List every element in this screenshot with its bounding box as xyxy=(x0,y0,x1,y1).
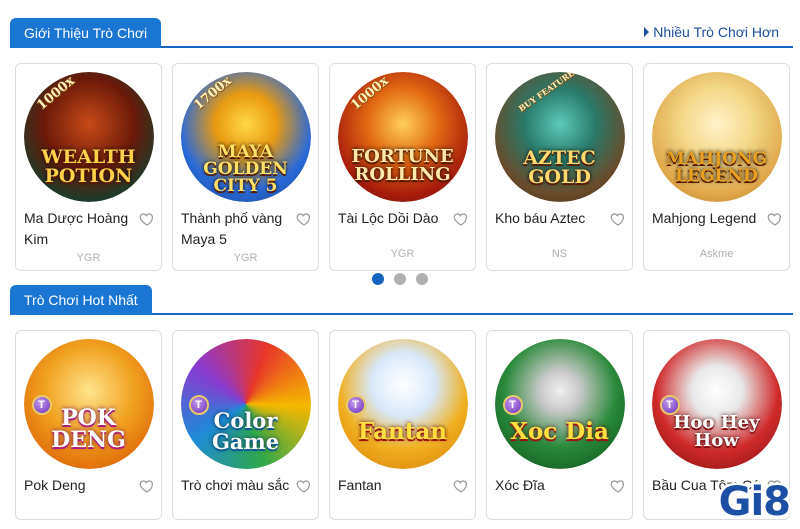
game-thumbnail: T POK DENG xyxy=(23,339,154,469)
game-title: Pok Deng xyxy=(24,477,86,493)
game-card[interactable]: 1700x MAYA GOLDEN CITY 5 Thành phố vàng … xyxy=(172,63,319,271)
favorite-heart-icon[interactable] xyxy=(453,211,469,227)
game-thumbnail: 1000x WEALTH POTION xyxy=(23,72,154,202)
favorite-heart-icon[interactable] xyxy=(139,211,155,227)
favorite-heart-icon[interactable] xyxy=(610,211,626,227)
hot-section-tab[interactable]: Trò Chơi Hot Nhất xyxy=(10,285,152,315)
game-provider: YGR xyxy=(233,252,258,264)
favorite-heart-icon[interactable] xyxy=(610,478,626,494)
hot-section-header: Trò Chơi Hot Nhất xyxy=(10,285,793,315)
caret-right-icon xyxy=(644,27,650,37)
t-badge-icon: T xyxy=(188,395,209,415)
game-thumbnail: T Hoo Hey How xyxy=(651,339,782,469)
game-thumbnail: T Xoc Dia xyxy=(494,339,625,469)
carousel-dot-2[interactable] xyxy=(394,273,406,285)
featured-games-row: 1000x WEALTH POTION Ma Dược Hoàng Kim YG… xyxy=(15,63,790,271)
game-thumbnail: T Color Game xyxy=(180,339,311,469)
game-logo-text: Hoo Hey How xyxy=(673,412,760,451)
game-card[interactable]: 1000x FORTUNE ROLLING Tài Lộc Dồi Dào YG… xyxy=(329,63,476,271)
favorite-heart-icon[interactable] xyxy=(139,478,155,494)
favorite-heart-icon[interactable] xyxy=(296,211,312,227)
game-card[interactable]: MAHJONG LEGEND Mahjong Legend Askme xyxy=(643,63,790,271)
game-thumbnail: MAHJONG LEGEND xyxy=(651,72,782,202)
favorite-heart-icon[interactable] xyxy=(296,478,312,494)
t-badge-icon: T xyxy=(659,395,680,415)
game-title: Thành phố vàng Maya 5 xyxy=(181,210,283,247)
game-title: Trò chơi màu sắc xyxy=(181,477,290,493)
game-logo-text: WEALTH POTION xyxy=(41,146,136,187)
game-logo-text: MAYA GOLDEN CITY 5 xyxy=(203,141,288,196)
game-card[interactable]: 1000x WEALTH POTION Ma Dược Hoàng Kim YG… xyxy=(15,63,162,271)
game-title: Mahjong Legend xyxy=(652,210,757,226)
game-provider: YGR xyxy=(390,248,415,260)
game-card[interactable]: T Fantan Fantan xyxy=(329,330,476,520)
featured-section-header: Giới Thiệu Trò Chơi Nhiều Trò Chơi Hơn xyxy=(10,18,793,48)
game-title: Xóc Đĩa xyxy=(495,477,545,493)
game-card[interactable]: BUY FEATURES AZTEC GOLD Kho báu Aztec NS xyxy=(486,63,633,271)
game-logo-text: Xoc Dia xyxy=(510,417,609,445)
favorite-heart-icon[interactable] xyxy=(453,478,469,494)
game-thumbnail: 1000x FORTUNE ROLLING xyxy=(337,72,468,202)
game-logo-text: Fantan xyxy=(358,417,447,445)
favorite-heart-icon[interactable] xyxy=(767,211,783,227)
game-card[interactable]: T Xoc Dia Xóc Đĩa xyxy=(486,330,633,520)
hot-games-row: T POK DENG Pok Deng T Color Game Trò chơ… xyxy=(15,330,790,520)
game-logo-text: MAHJONG LEGEND xyxy=(666,149,767,186)
t-badge-icon: T xyxy=(31,395,52,415)
game-logo-text: Color Game xyxy=(211,408,280,454)
game-logo-text: AZTEC GOLD xyxy=(523,147,596,188)
game-thumbnail: BUY FEATURES AZTEC GOLD xyxy=(494,72,625,202)
t-badge-icon: T xyxy=(502,395,523,415)
game-provider: YGR xyxy=(76,252,101,264)
game-card[interactable]: T Color Game Trò chơi màu sắc xyxy=(172,330,319,520)
t-badge-icon: T xyxy=(345,395,366,415)
game-thumbnail: T Fantan xyxy=(337,339,468,469)
game-provider: Askme xyxy=(699,248,734,260)
game-logo-text: FORTUNE ROLLING xyxy=(351,146,454,185)
more-games-link-label: Nhiều Trò Chơi Hơn xyxy=(653,24,779,40)
game-title: Ma Dược Hoàng Kim xyxy=(24,210,129,247)
featured-section-tab[interactable]: Giới Thiệu Trò Chơi xyxy=(10,18,162,48)
game-title: Fantan xyxy=(338,477,382,493)
carousel-dot-3[interactable] xyxy=(416,273,428,285)
more-games-link[interactable]: Nhiều Trò Chơi Hơn xyxy=(644,24,779,40)
gi8-brand-logo: Gi8 xyxy=(718,479,791,525)
game-thumbnail: 1700x MAYA GOLDEN CITY 5 xyxy=(180,72,311,202)
game-provider: NS xyxy=(551,248,568,260)
carousel-dot-1[interactable] xyxy=(372,273,384,285)
game-title: Kho báu Aztec xyxy=(495,210,586,226)
carousel-pagination xyxy=(372,273,428,285)
game-card[interactable]: T POK DENG Pok Deng xyxy=(15,330,162,520)
game-title: Tài Lộc Dồi Dào xyxy=(338,210,439,226)
